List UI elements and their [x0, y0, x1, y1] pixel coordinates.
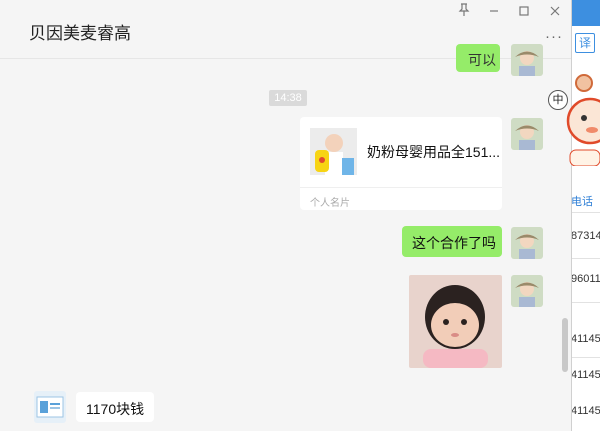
divider	[571, 302, 600, 303]
image-message[interactable]	[409, 275, 502, 368]
timestamp: 14:38	[269, 90, 307, 106]
maximize-icon[interactable]	[512, 2, 536, 24]
sender-avatar[interactable]	[511, 227, 543, 259]
background-number: 41145	[571, 405, 600, 417]
translate-button[interactable]: 译	[575, 33, 595, 53]
pin-icon[interactable]	[452, 2, 476, 24]
divider	[571, 357, 600, 358]
background-phone-link[interactable]: 电话	[571, 193, 593, 209]
background-app-header	[571, 0, 600, 26]
header-divider	[0, 58, 456, 59]
contact-card-name: 奶粉母婴用品全151...	[367, 144, 501, 160]
message-text: 这个合作了吗	[412, 235, 496, 251]
background-number: 41145	[571, 333, 600, 345]
divider	[571, 212, 600, 213]
ime-language-badge[interactable]: 中	[548, 90, 568, 110]
contact-card-photo	[310, 128, 357, 175]
chat-window: 贝因美麦睿高 ··· 可以 14:38 奶粉母婴用品全151... 个人名片 这…	[0, 0, 572, 431]
more-options-button[interactable]: ···	[545, 28, 563, 45]
message-bubble[interactable]: 这个合作了吗	[402, 226, 502, 257]
chat-scrollbar[interactable]	[562, 318, 568, 372]
sender-avatar[interactable]	[511, 44, 543, 76]
background-number: 96011	[571, 273, 600, 285]
background-number: 41145	[571, 369, 600, 381]
message-text: 1170块钱	[86, 401, 145, 417]
sender-avatar[interactable]	[511, 118, 543, 150]
card-divider	[300, 187, 502, 188]
contact-card-message[interactable]: 奶粉母婴用品全151... 个人名片	[300, 117, 502, 210]
sender-avatar[interactable]	[511, 275, 543, 307]
message-bubble[interactable]: 可以	[456, 44, 500, 72]
message-text: 可以	[468, 52, 496, 68]
close-icon[interactable]	[543, 2, 567, 24]
contact-card-label: 个人名片	[310, 198, 350, 209]
divider	[571, 258, 600, 259]
chat-title: 贝因美麦睿高	[29, 24, 131, 43]
message-bubble[interactable]: 1170块钱	[76, 392, 154, 422]
input-method-mascot: 中	[540, 66, 600, 167]
background-app-panel: 译 电话 87314 96011 41145 41145 41145	[570, 0, 600, 431]
background-number: 87314	[571, 230, 600, 242]
minimize-icon[interactable]	[482, 2, 506, 24]
contact-avatar[interactable]	[34, 391, 66, 423]
